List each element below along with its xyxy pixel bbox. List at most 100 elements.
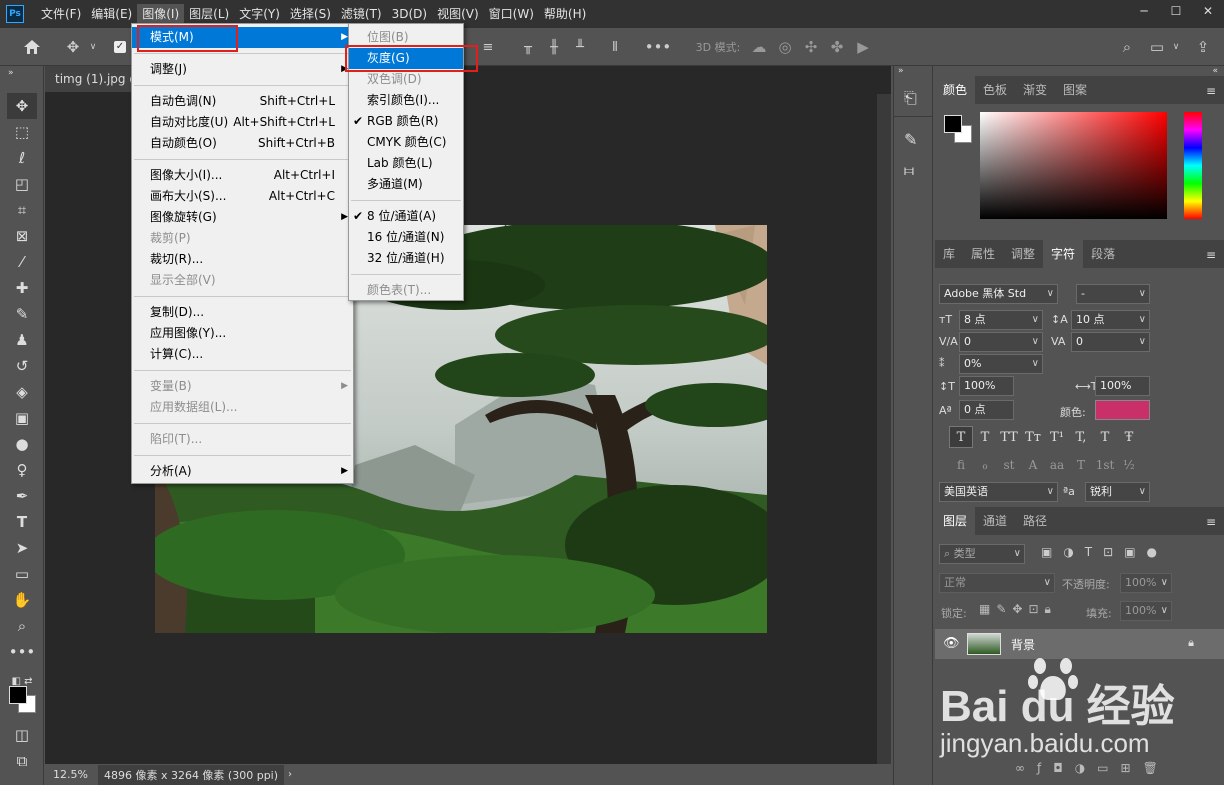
color-field[interactable] — [980, 112, 1167, 219]
fill-field[interactable]: 100% ∨ — [1120, 601, 1172, 621]
eraser-tool-icon[interactable]: ◈ — [0, 379, 44, 405]
history-panel-icon[interactable]: ⎗ — [904, 88, 917, 108]
lasso-tool-icon[interactable]: ℓ — [0, 145, 44, 171]
collapse-panels-icon[interactable]: « — [1212, 66, 1218, 76]
document-tab[interactable]: timg (1).jpg @ — [45, 66, 135, 92]
mode_submenu-item[interactable]: 灰度(G) — [349, 48, 463, 69]
image_menu-item[interactable]: 自动对比度(U) Alt+Shift+Ctrl+L — [132, 112, 353, 133]
collapse-dock-icon[interactable]: » — [898, 66, 904, 76]
opentype-button-3[interactable]: A — [1021, 454, 1045, 476]
rectangle-tool-icon[interactable]: ▭ — [0, 561, 44, 587]
crop-tool-icon[interactable]: ⌗ — [0, 197, 44, 223]
leading-field[interactable]: 10 点 ∨ — [1071, 310, 1150, 330]
vertical-scale-field[interactable]: 100% — [959, 376, 1014, 396]
menu-2[interactable]: 图像(I) — [137, 4, 185, 24]
blend-mode-select[interactable]: 正常 ∨ — [939, 573, 1055, 593]
workspace-chevron-icon[interactable]: ∨ — [1170, 28, 1182, 66]
tab-swatches[interactable]: 色板 — [975, 76, 1015, 104]
mode_submenu-item[interactable]: 16 位/通道(N) — [349, 227, 463, 248]
layer-filter-icons[interactable]: ▣◑T⊡▣● — [1041, 545, 1168, 559]
move-tool-icon[interactable]: ✥ — [7, 93, 37, 119]
style-button-2[interactable]: TT — [997, 426, 1021, 448]
tab-patterns[interactable]: 图案 — [1055, 76, 1095, 104]
layer-row[interactable]: 👁︎ 背景 🔒︎ — [935, 629, 1224, 659]
baseline-field[interactable]: 0 点 — [959, 400, 1014, 420]
tab-libraries[interactable]: 库 — [935, 240, 963, 268]
image_menu-item[interactable]: 调整(J) ▶ — [132, 59, 353, 80]
style-button-5[interactable]: T, — [1069, 426, 1093, 448]
menu-9[interactable]: 窗口(W) — [484, 4, 539, 24]
marquee-tool-icon[interactable]: ⬚ — [0, 119, 44, 145]
tracking-field[interactable]: 0 ∨ — [1071, 332, 1150, 352]
tab-paragraph[interactable]: 段落 — [1083, 240, 1123, 268]
mode_submenu-item[interactable]: ✔ 8 位/通道(A) — [349, 206, 463, 227]
font-style-select[interactable]: - ∨ — [1076, 284, 1150, 304]
minimize-button[interactable]: ─ — [1128, 0, 1160, 22]
zoom-tool-icon[interactable]: ⌕ — [0, 613, 44, 639]
menu-10[interactable]: 帮助(H) — [539, 4, 591, 24]
style-button-0[interactable]: T — [949, 426, 973, 448]
type-tool-icon[interactable]: T — [0, 509, 44, 535]
status-chevron-icon[interactable]: › — [284, 769, 292, 780]
align-icon[interactable]: ≡ — [478, 28, 498, 66]
opentype-button-0[interactable]: fi — [949, 454, 973, 476]
tab-layers[interactable]: 图层 — [935, 507, 976, 535]
eyedropper-tool-icon[interactable]: ⁄ — [0, 249, 44, 275]
opentype-button-4[interactable]: aa — [1045, 454, 1069, 476]
mode_submenu-item[interactable]: ✔ RGB 颜色(R) — [349, 111, 463, 132]
3d-pan-icon[interactable]: ✣ — [802, 28, 820, 66]
tab-adjustments[interactable]: 调整 — [1003, 240, 1043, 268]
opentype-button-5[interactable]: T — [1069, 454, 1093, 476]
menu-5[interactable]: 选择(S) — [285, 4, 336, 24]
mode_submenu-item[interactable]: CMYK 颜色(C) — [349, 132, 463, 153]
style-button-6[interactable]: T — [1093, 426, 1117, 448]
auto-select-checkbox[interactable]: ✓ — [112, 28, 128, 66]
lock-icons[interactable]: ▦✎✥⊡🔒︎ — [979, 602, 1057, 617]
image_menu-item[interactable]: 画布大小(S)... Alt+Ctrl+C — [132, 186, 353, 207]
antialias-select[interactable]: 锐利 ∨ — [1085, 482, 1150, 502]
text-color-swatch[interactable] — [1095, 400, 1150, 420]
tab-properties[interactable]: 属性 — [963, 240, 1003, 268]
workspace-icon[interactable]: ▭ — [1147, 28, 1167, 66]
style-button-3[interactable]: Tт — [1021, 426, 1045, 448]
brush-settings-icon[interactable]: ✎ — [904, 130, 917, 149]
image_menu-item[interactable]: 应用图像(Y)... — [132, 323, 353, 344]
3d-video-icon[interactable]: ▶ — [854, 28, 872, 66]
font-size-field[interactable]: 8 点 ∨ — [959, 310, 1043, 330]
tab-character[interactable]: 字符 — [1043, 240, 1084, 268]
gradient-tool-icon[interactable]: ▣ — [0, 405, 44, 431]
language-select[interactable]: 美国英语 ∨ — [939, 482, 1058, 502]
panel-menu-icon[interactable]: ≡ — [1206, 515, 1216, 529]
vertical-scrollbar[interactable] — [877, 94, 891, 764]
home-icon[interactable] — [18, 28, 46, 66]
hand-tool-icon[interactable]: ✋ — [0, 587, 44, 613]
dodge-tool-icon[interactable]: ♀ — [0, 457, 44, 483]
path-select-icon[interactable]: ➤ — [0, 535, 44, 561]
tab-color[interactable]: 颜色 — [935, 76, 976, 104]
screen-mode-icon[interactable]: ⧉ — [0, 748, 44, 774]
close-button[interactable]: ✕ — [1192, 0, 1224, 22]
menu-7[interactable]: 3D(D) — [387, 4, 432, 24]
image_menu-item[interactable]: 计算(C)... — [132, 344, 353, 365]
image_menu-item[interactable]: 裁切(R)... — [132, 249, 353, 270]
menu-0[interactable]: 文件(F) — [36, 4, 86, 24]
frame-tool-icon[interactable]: ⊠ — [0, 223, 44, 249]
brush-tool-icon[interactable]: ✎ — [0, 301, 44, 327]
visibility-eye-icon[interactable]: 👁︎ — [943, 636, 960, 651]
mode_submenu-item[interactable]: Lab 颜色(L) — [349, 153, 463, 174]
maximize-button[interactable]: ☐ — [1160, 0, 1192, 22]
hue-slider[interactable] — [1184, 112, 1202, 219]
blur-tool-icon[interactable]: ● — [0, 431, 44, 457]
foreground-color-swatch[interactable] — [9, 686, 27, 704]
mode_submenu-item[interactable]: 索引颜色(I)... — [349, 90, 463, 111]
opentype-button-7[interactable]: ½ — [1117, 454, 1141, 476]
search-icon[interactable]: ⌕ — [1117, 28, 1137, 66]
chevron-down-icon[interactable]: ∨ — [88, 28, 98, 66]
tab-paths[interactable]: 路径 — [1015, 507, 1055, 535]
tab-channels[interactable]: 通道 — [975, 507, 1015, 535]
style-button-4[interactable]: T¹ — [1045, 426, 1069, 448]
horizontal-scale-field[interactable]: 100% — [1095, 376, 1150, 396]
mode_submenu-item[interactable]: 多通道(M) — [349, 174, 463, 195]
opacity-field[interactable]: 100% ∨ — [1120, 573, 1172, 593]
menu-4[interactable]: 文字(Y) — [234, 4, 285, 24]
